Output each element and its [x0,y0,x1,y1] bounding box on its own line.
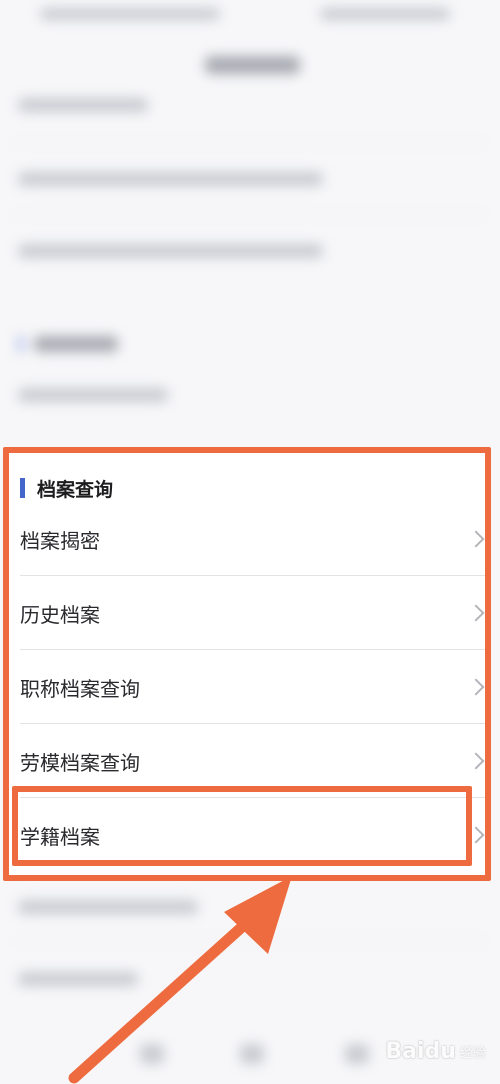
chevron-right-icon [467,752,485,770]
chevron-right-icon [467,530,485,548]
list-item-label: 档案揭密 [20,528,100,553]
list-item-archive-declassified[interactable]: 档案揭密 [8,502,488,576]
chevron-right-icon [467,826,485,844]
list-item-label: 学籍档案 [20,824,100,849]
archive-query-section: 档案查询 档案揭密 历史档案 职称档案查询 劳模档案查询 学籍档案 [8,452,488,880]
list-item-student-archive[interactable]: 学籍档案 [8,798,488,872]
chevron-right-icon [467,678,485,696]
list-item-label: 职称档案查询 [20,676,140,701]
list-item-model-worker-archive-query[interactable]: 劳模档案查询 [8,724,488,798]
section-header: 档案查询 [20,476,114,501]
chevron-right-icon [467,604,485,622]
screen: 档案查询 档案揭密 历史档案 职称档案查询 劳模档案查询 学籍档案 Baidu … [0,0,500,1084]
section-accent-bar [20,478,25,498]
baidu-watermark: Baidu 经验 [385,1039,486,1064]
watermark-suffix: 经验 [459,1046,486,1061]
list-item-label: 劳模档案查询 [20,750,140,775]
watermark-brand: Baidu [385,1039,456,1064]
section-title: 档案查询 [37,478,114,501]
list-item-title-archive-query[interactable]: 职称档案查询 [8,650,488,724]
list-item-historical-archive[interactable]: 历史档案 [8,576,488,650]
list-item-label: 历史档案 [20,602,100,627]
